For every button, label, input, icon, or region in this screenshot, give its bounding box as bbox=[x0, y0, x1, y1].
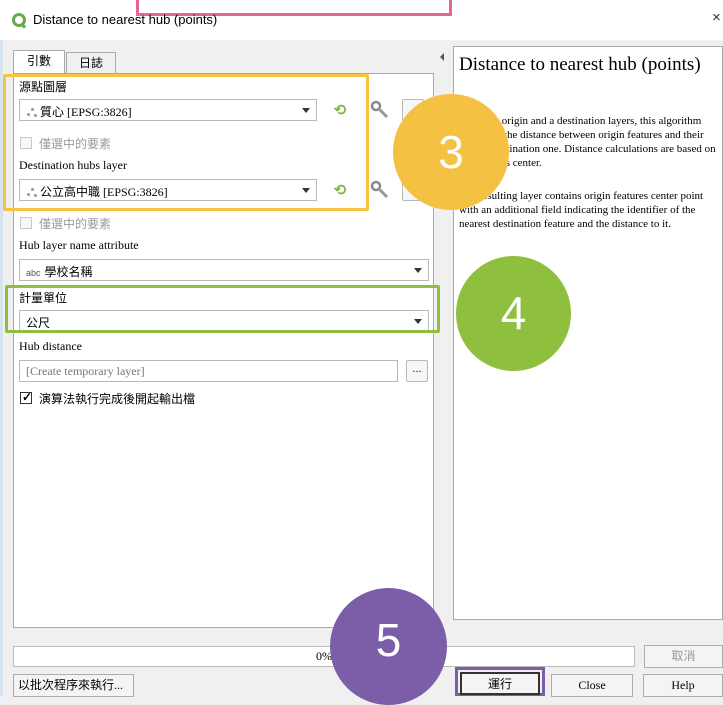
wrench-icon[interactable] bbox=[370, 180, 390, 200]
help-button[interactable]: Help bbox=[643, 674, 723, 697]
tab-parameters[interactable]: 引數 bbox=[13, 50, 65, 75]
run-button[interactable]: 運行 bbox=[460, 672, 540, 695]
browse-button[interactable]: ... bbox=[406, 360, 428, 382]
step-5-marker: 5 bbox=[330, 588, 447, 705]
step-3-marker: 3 bbox=[393, 94, 509, 210]
hub-attribute-select[interactable]: abc 學校名稱 bbox=[19, 259, 429, 281]
help-paragraph: The resulting layer contains origin feat… bbox=[459, 190, 704, 230]
tab-log[interactable]: 日誌 bbox=[66, 52, 116, 74]
step3-highlight-box bbox=[3, 74, 369, 211]
destination-selected-only-checkbox[interactable] bbox=[20, 217, 32, 229]
hub-distance-output-field[interactable]: [Create temporary layer] bbox=[19, 360, 398, 382]
hub-attribute-label: Hub layer name attribute bbox=[19, 238, 139, 252]
hub-distance-placeholder: [Create temporary layer] bbox=[26, 364, 145, 378]
hub-distance-label: Hub distance bbox=[19, 339, 82, 353]
open-output-checkbox[interactable] bbox=[20, 390, 32, 405]
close-button[interactable]: Close bbox=[551, 674, 633, 697]
help-title: Distance to nearest hub (points) bbox=[459, 54, 701, 75]
batch-process-button[interactable]: 以批次程序來執行... bbox=[13, 674, 134, 697]
chevron-down-icon bbox=[414, 268, 422, 273]
open-output-label: 演算法執行完成後開起輸出檔 bbox=[39, 392, 196, 406]
cancel-button[interactable]: 取消 bbox=[644, 645, 723, 668]
progress-bar: 0% bbox=[13, 646, 635, 667]
collapse-handle-icon[interactable] bbox=[440, 53, 444, 61]
window-title: Distance to nearest hub (points) bbox=[33, 12, 218, 27]
qgis-icon bbox=[12, 13, 26, 27]
destination-selected-only-label: 僅選中的要素 bbox=[39, 217, 112, 231]
close-icon[interactable]: × bbox=[712, 9, 721, 26]
text-field-icon: abc bbox=[26, 268, 41, 278]
wrench-icon[interactable] bbox=[370, 100, 390, 120]
hub-attribute-value: 學校名稱 bbox=[44, 265, 93, 279]
step-4-marker: 4 bbox=[456, 256, 571, 371]
step4-highlight-box bbox=[5, 285, 440, 333]
